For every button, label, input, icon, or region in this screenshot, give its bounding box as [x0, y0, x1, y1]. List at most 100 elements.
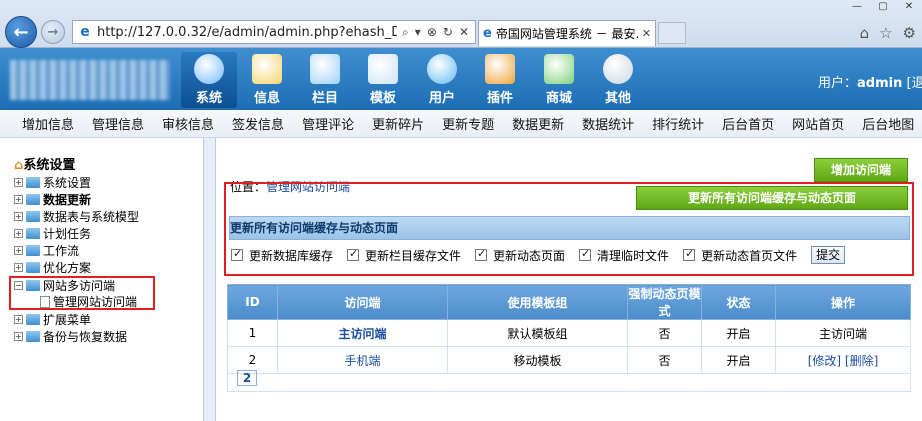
dropdown-icon[interactable]: ▾: [415, 25, 421, 40]
sidebar-title: ⌂系统设置: [14, 154, 75, 173]
home-icon[interactable]: ⌂: [860, 24, 870, 42]
sidebar-item[interactable]: + 优化方案: [14, 259, 91, 276]
th-name: 访问端: [277, 284, 448, 320]
expand-icon[interactable]: +: [14, 263, 23, 272]
cell-id: 1: [227, 319, 278, 347]
menu-notepad[interactable]: 信息: [239, 52, 295, 108]
ie-icon: e: [80, 24, 90, 40]
sidebar-item-label: 计划任务: [43, 227, 92, 241]
subnav-item[interactable]: 增加信息: [22, 114, 74, 133]
home-icon: ⌂: [14, 158, 24, 173]
subnav-item[interactable]: 网站首页: [792, 114, 844, 133]
forward-button[interactable]: →: [41, 20, 65, 44]
menu-label: 模板: [369, 91, 396, 106]
sidebar-item[interactable]: + 扩展菜单: [14, 311, 91, 328]
menu-window[interactable]: 模板: [355, 52, 411, 108]
menu-card[interactable]: 商城: [531, 52, 587, 108]
expand-icon[interactable]: +: [14, 246, 23, 255]
menu-label: 插件: [486, 91, 513, 106]
folder-icon: [26, 262, 40, 273]
address-bar[interactable]: e http://127.0.0.32/e/admin/admin.php?eh…: [72, 20, 476, 44]
cell-op: 主访问端: [775, 319, 911, 347]
close-tab-icon[interactable]: ✕: [642, 27, 655, 40]
folder-icon: [26, 194, 40, 205]
search-icon[interactable]: ⌕: [402, 25, 409, 40]
expand-icon[interactable]: +: [14, 178, 23, 187]
subnav-item[interactable]: 签发信息: [232, 114, 284, 133]
checkbox[interactable]: [347, 247, 360, 261]
menu-label: 信息: [253, 91, 280, 106]
browser-tab[interactable]: e 帝国网站管理系统 － 最安... ✕: [478, 20, 656, 46]
endpoint-name-link[interactable]: 主访问端: [338, 327, 386, 341]
submit-button[interactable]: 提交: [811, 246, 846, 264]
menu-gear[interactable]: 其他: [590, 52, 646, 108]
sidebar-item[interactable]: + 系统设置: [14, 174, 91, 191]
page-number[interactable]: 2: [237, 370, 257, 386]
address-url[interactable]: http://127.0.0.32/e/admin/admin.php?ehas…: [97, 25, 397, 40]
checkbox[interactable]: [475, 247, 488, 261]
window-icon: [368, 54, 398, 84]
subnav-item[interactable]: 后台地图: [862, 114, 914, 133]
subnav-item[interactable]: 更新专题: [442, 114, 494, 133]
sub-navigation: 增加信息 管理信息 审核信息 签发信息 管理评论 更新碎片 更新专题 数据更新 数据统计 排行统计…: [0, 110, 922, 138]
user-info: 用户：admin [退出]: [818, 72, 922, 91]
subnav-item[interactable]: 管理评论: [302, 114, 354, 133]
checkbox[interactable]: [683, 247, 696, 261]
subnav-item[interactable]: 后台首页: [722, 114, 774, 133]
close-window-button[interactable]: ✕: [896, 0, 922, 14]
logout-link[interactable]: [退出]: [907, 76, 922, 91]
menu-globe[interactable]: 系统: [181, 52, 237, 108]
favorites-icon[interactable]: ☆: [879, 24, 892, 42]
minimize-button[interactable]: —: [844, 0, 870, 14]
sidebar-item-label: 优化方案: [43, 261, 92, 275]
refresh-icon[interactable]: ↻: [443, 25, 453, 40]
sidebar-item[interactable]: + 数据更新: [14, 191, 91, 208]
browser-chrome: ← → e http://127.0.0.32/e/admin/admin.ph…: [0, 0, 922, 48]
th-template: 使用模板组: [447, 284, 628, 320]
folder-icon: [26, 177, 40, 188]
sidebar-item[interactable]: + 备份与恢复数据: [14, 328, 127, 345]
arrow-right-icon: →: [47, 24, 59, 40]
expand-icon[interactable]: +: [14, 315, 23, 324]
subnav-item[interactable]: 数据统计: [582, 114, 634, 133]
sidebar-item-label: 备份与恢复数据: [43, 330, 128, 344]
subnav-item[interactable]: 数据更新: [512, 114, 564, 133]
sidebar-splitter[interactable]: [204, 138, 216, 421]
menu-user[interactable]: 用户: [414, 52, 470, 108]
gear-icon: [603, 54, 633, 84]
sidebar-item[interactable]: + 工作流: [14, 242, 79, 259]
stop-icon[interactable]: ✕: [459, 25, 469, 40]
notepad-icon: [252, 54, 282, 84]
expand-icon[interactable]: +: [14, 332, 23, 341]
add-endpoint-button[interactable]: 增加访问端: [814, 158, 908, 182]
compat-icon[interactable]: ⊗: [427, 25, 437, 40]
maximize-button[interactable]: ▢: [870, 0, 896, 14]
checkbox-label: 更新动态首页文件: [701, 248, 798, 263]
expand-icon[interactable]: +: [14, 195, 23, 204]
pager: 2: [227, 364, 911, 392]
sidebar-item[interactable]: + 计划任务: [14, 225, 91, 242]
settings-icon[interactable]: ⚙: [903, 24, 916, 42]
th-op: 操作: [775, 284, 911, 320]
sidebar-item[interactable]: + 数据表与系统模型: [14, 208, 139, 225]
update-all-button[interactable]: 更新所有访问端缓存与动态页面: [636, 186, 908, 210]
expand-icon[interactable]: +: [14, 212, 23, 221]
folder-icon: [26, 331, 40, 342]
subnav-item[interactable]: 管理信息: [92, 114, 144, 133]
subnav-item[interactable]: 审核信息: [162, 114, 214, 133]
menu-label: 系统: [195, 91, 222, 106]
back-button[interactable]: ←: [5, 16, 37, 48]
window-controls: — ▢ ✕: [844, 0, 922, 14]
menu-folder[interactable]: 栏目: [297, 52, 353, 108]
menu-label: 用户: [428, 91, 455, 106]
subnav-item[interactable]: 排行统计: [652, 114, 704, 133]
expand-icon[interactable]: +: [14, 229, 23, 238]
checkbox[interactable]: [231, 247, 243, 261]
menu-tools[interactable]: 插件: [472, 52, 528, 108]
cell-status: 开启: [701, 319, 776, 347]
checkbox[interactable]: [579, 247, 592, 261]
sidebar-highlight-box: [9, 276, 155, 310]
new-tab-button[interactable]: [658, 22, 686, 44]
subnav-item[interactable]: 更新碎片: [372, 114, 424, 133]
folder-icon: [26, 245, 40, 256]
